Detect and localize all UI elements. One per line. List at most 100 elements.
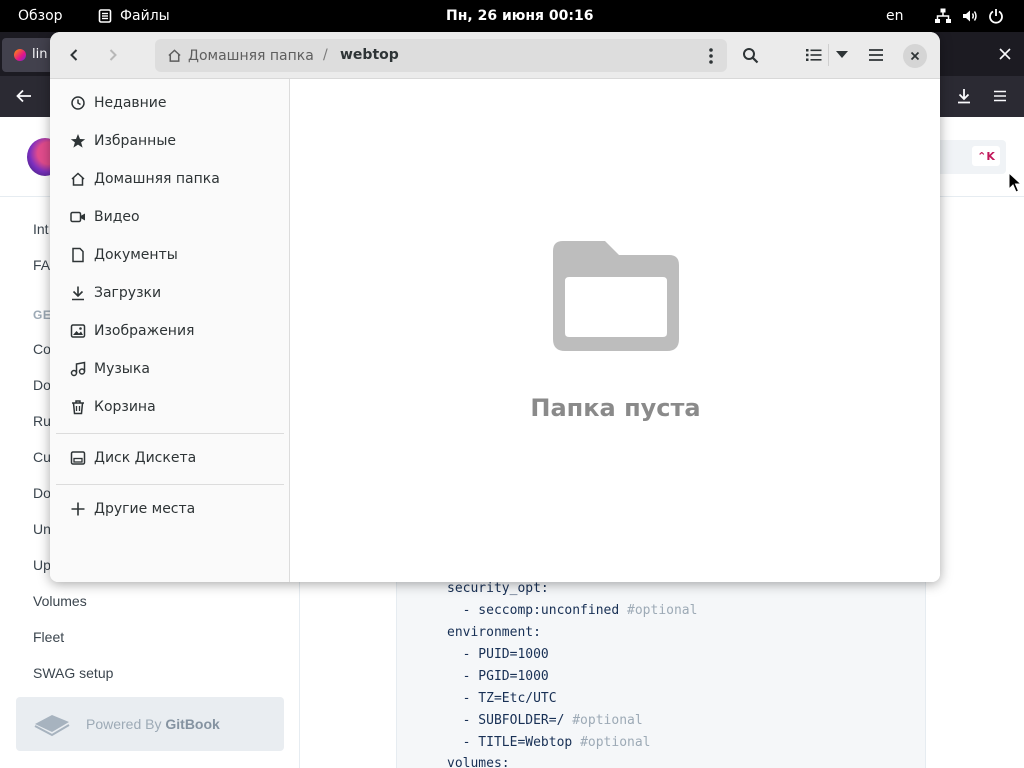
docs-nav-link-volumes[interactable]: Volumes — [33, 593, 87, 609]
places-item-pictures[interactable]: Изображения — [50, 314, 290, 348]
places-item-label: Диск Дискета — [94, 450, 197, 466]
music-icon — [70, 361, 86, 377]
app-menu-label: Файлы — [120, 8, 170, 24]
code-text: - PGID=1000 — [447, 669, 549, 684]
places-item-label: Недавние — [94, 95, 167, 111]
search-button[interactable] — [736, 41, 764, 69]
browser-close-icon[interactable] — [994, 43, 1016, 65]
docs-nav-link[interactable]: FA — [33, 257, 50, 273]
path-bar: Домашняя папка / webtop — [155, 39, 727, 72]
empty-folder-message: Папка пуста — [530, 394, 701, 422]
home-icon — [168, 49, 181, 62]
plus-icon — [70, 501, 86, 517]
code-text: - PUID=1000 — [447, 647, 549, 662]
places-item-other-locations[interactable]: Другие места — [50, 492, 290, 526]
code-line: - TZ=Etc/UTC — [447, 691, 557, 706]
more-vertical-icon — [709, 48, 713, 64]
code-line: - SUBFOLDER=/ #optional — [447, 713, 643, 728]
empty-folder-icon — [553, 241, 679, 351]
powered-by-gitbook-badge[interactable]: Powered By GitBook — [16, 697, 284, 751]
document-icon — [70, 247, 86, 263]
video-icon — [70, 209, 86, 225]
view-button-divider — [828, 44, 829, 66]
places-item-label: Другие места — [94, 501, 196, 517]
code-comment: #optional — [627, 603, 698, 618]
trash-icon — [70, 399, 86, 415]
files-window: Домашняя папка / webtop Недавние Избранн… — [50, 32, 940, 582]
chevron-right-icon — [109, 49, 117, 61]
code-comment: #optional — [572, 713, 643, 728]
code-line: environment: — [447, 625, 541, 640]
search-shortcut-hint: ⌃K — [972, 146, 1000, 166]
docs-nav-link-swag-setup[interactable]: SWAG setup — [33, 665, 113, 681]
places-item-floppy-disk[interactable]: Диск Дискета — [50, 441, 290, 475]
keyboard-layout-indicator[interactable]: en — [886, 0, 904, 32]
code-line: - PGID=1000 — [447, 669, 549, 684]
clock[interactable]: Пн, 26 июня 00:16 — [446, 0, 593, 32]
code-text: - TZ=Etc/UTC — [447, 691, 557, 706]
app-menu[interactable]: Файлы — [98, 0, 170, 32]
close-button[interactable] — [903, 44, 927, 68]
files-header-bar: Домашняя папка / webtop — [50, 32, 940, 79]
code-text: - SUBFOLDER=/ — [447, 713, 573, 728]
download-icon — [70, 285, 86, 301]
docs-nav-link[interactable]: Ru — [33, 413, 51, 429]
list-view-button[interactable] — [800, 41, 828, 69]
path-crumb-home[interactable]: Домашняя папка — [167, 39, 314, 72]
powered-by-text: Powered By GitBook — [86, 716, 220, 732]
network-icon — [935, 8, 951, 23]
places-item-home[interactable]: Домашняя папка — [50, 162, 290, 196]
docs-nav-link[interactable]: Co — [33, 341, 51, 357]
main-menu-button[interactable] — [862, 41, 890, 69]
image-icon — [70, 323, 86, 339]
docs-section-heading: GE — [33, 308, 52, 322]
search-icon — [742, 47, 758, 63]
docs-nav-link[interactable]: Do — [33, 377, 51, 393]
places-item-label: Домашняя папка — [94, 171, 220, 187]
close-icon — [910, 51, 920, 61]
places-item-music[interactable]: Музыка — [50, 352, 290, 386]
code-text: - seccomp:unconfined — [447, 603, 628, 618]
places-item-downloads[interactable]: Загрузки — [50, 276, 290, 310]
path-menu-button[interactable] — [701, 45, 721, 67]
places-item-trash[interactable]: Корзина — [50, 390, 290, 424]
docs-nav-link[interactable]: Un — [33, 521, 51, 537]
path-crumb-current[interactable]: webtop — [340, 39, 399, 72]
clock-icon — [70, 95, 86, 111]
places-separator — [56, 484, 284, 485]
docs-nav-link[interactable]: Cu — [33, 449, 51, 465]
docs-nav-link[interactable]: Int — [33, 221, 49, 237]
view-options-button[interactable] — [832, 41, 852, 69]
places-item-label: Изображения — [94, 323, 195, 339]
back-button[interactable] — [60, 41, 88, 69]
hamburger-menu-icon — [869, 49, 883, 61]
browser-back-icon[interactable] — [14, 86, 34, 106]
system-tray[interactable] — [934, 0, 1004, 32]
download-icon[interactable] — [954, 86, 974, 106]
places-item-label: Загрузки — [94, 285, 162, 301]
places-item-starred[interactable]: Избранные — [50, 124, 290, 158]
code-line: - seccomp:unconfined #optional — [447, 603, 698, 618]
code-text: environment: — [447, 625, 541, 640]
forward-button[interactable] — [99, 41, 127, 69]
places-item-label: Корзина — [94, 399, 156, 415]
places-item-label: Избранные — [94, 133, 176, 149]
places-item-videos[interactable]: Видео — [50, 200, 290, 234]
places-item-recent[interactable]: Недавние — [50, 86, 290, 120]
docs-nav-link[interactable]: Do — [33, 485, 51, 501]
file-view[interactable]: Папка пуста — [291, 79, 940, 582]
path-separator: / — [323, 47, 328, 63]
places-item-label: Документы — [94, 247, 178, 263]
hamburger-menu-icon[interactable] — [990, 86, 1010, 106]
activities-button[interactable]: Обзор — [18, 0, 63, 32]
home-icon — [70, 171, 86, 187]
top-bar: Обзор Файлы Пн, 26 июня 00:16 en — [0, 0, 1024, 32]
places-separator — [56, 433, 284, 434]
places-item-label: Музыка — [94, 361, 150, 377]
power-icon — [989, 9, 1003, 24]
path-crumb-home-label: Домашняя папка — [188, 47, 314, 64]
places-item-documents[interactable]: Документы — [50, 238, 290, 272]
volume-icon — [963, 10, 977, 22]
docs-nav-link-fleet[interactable]: Fleet — [33, 629, 64, 645]
docs-nav-link[interactable]: Up — [33, 557, 51, 573]
